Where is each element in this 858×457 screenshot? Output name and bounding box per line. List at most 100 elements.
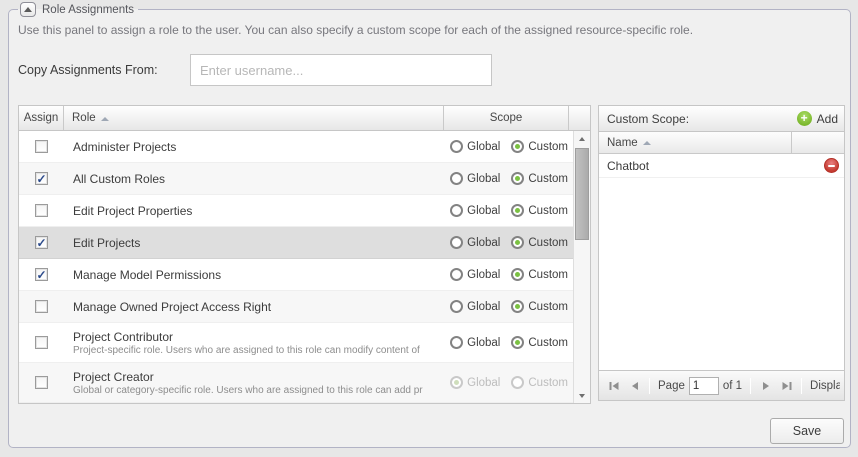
scroll-down-icon <box>579 394 585 398</box>
assign-cell <box>19 204 64 217</box>
next-page-button[interactable] <box>755 375 776 396</box>
global-radio-label: Global <box>467 301 500 313</box>
add-icon: + <box>797 111 812 126</box>
custom-radio[interactable] <box>511 172 524 185</box>
role-name: Project Creator <box>73 370 423 384</box>
add-scope-button[interactable]: + Add <box>797 111 838 126</box>
role-description: Project-specific role. Users who are ass… <box>73 345 423 356</box>
assign-checkbox[interactable] <box>35 204 48 217</box>
custom-radio[interactable] <box>511 300 524 313</box>
panel-title: Role Assignments <box>42 4 134 16</box>
roles-grid-header: Assign Role Scope <box>19 106 590 131</box>
scope-cell: GlobalCustom <box>423 376 573 389</box>
assign-checkbox[interactable] <box>35 140 48 153</box>
custom-scope-list: Chatbot <box>599 154 844 370</box>
role-assignments-panel: Role Assignments Use this panel to assig… <box>8 2 851 448</box>
global-radio[interactable] <box>450 172 463 185</box>
role-cell: Project ContributorProject-specific role… <box>64 330 423 356</box>
collapse-arrow-icon <box>24 7 32 12</box>
name-column-label: Name <box>607 137 638 149</box>
copy-username-input[interactable] <box>190 54 492 86</box>
scope-list-item[interactable]: Chatbot <box>599 154 844 178</box>
scroll-up-button[interactable] <box>574 131 590 146</box>
custom-radio[interactable] <box>511 268 524 281</box>
scope-cell: GlobalCustom <box>423 204 573 217</box>
assign-checkbox[interactable]: ✓ <box>35 236 48 249</box>
column-header-role[interactable]: Role <box>64 106 444 130</box>
last-page-button[interactable] <box>776 375 797 396</box>
role-cell: Manage Model Permissions <box>64 268 423 282</box>
custom-radio-label: Custom <box>528 337 568 349</box>
page-of-label: of 1 <box>723 380 742 392</box>
page-number-input[interactable] <box>689 377 719 395</box>
global-radio[interactable] <box>450 236 463 249</box>
assign-checkbox[interactable] <box>35 336 48 349</box>
scroll-up-icon <box>579 137 585 141</box>
role-name: Administer Projects <box>73 140 423 154</box>
role-row[interactable]: Project ContributorProject-specific role… <box>19 323 573 363</box>
role-name: Manage Model Permissions <box>73 268 423 282</box>
assign-checkbox[interactable]: ✓ <box>35 172 48 185</box>
pager-display-text: Displa <box>810 380 840 392</box>
role-cell: Edit Project Properties <box>64 204 423 218</box>
role-row[interactable]: Edit Project PropertiesGlobalCustom <box>19 195 573 227</box>
global-radio[interactable] <box>450 268 463 281</box>
global-radio[interactable] <box>450 376 463 389</box>
role-row[interactable]: ✓Manage Model PermissionsGlobalCustom <box>19 259 573 291</box>
save-button[interactable]: Save <box>770 418 844 444</box>
custom-radio-label: Custom <box>528 141 568 153</box>
content-row: Assign Role Scope Administer ProjectsGlo… <box>18 105 845 404</box>
scope-cell: GlobalCustom <box>423 172 573 185</box>
custom-radio[interactable] <box>511 236 524 249</box>
scrollbar-thumb[interactable] <box>575 148 589 240</box>
role-row[interactable]: Project CreatorGlobal or category-specif… <box>19 363 573 403</box>
remove-scope-icon[interactable] <box>824 158 839 173</box>
column-header-assign[interactable]: Assign <box>19 106 64 130</box>
custom-radio-label: Custom <box>528 173 568 185</box>
role-row[interactable]: ✓ Edit ProjectsGlobalCustom <box>19 227 573 259</box>
global-radio-label: Global <box>467 269 500 281</box>
role-cell: Project CreatorGlobal or category-specif… <box>64 370 423 396</box>
scroll-down-button[interactable] <box>574 388 590 403</box>
global-radio[interactable] <box>450 204 463 217</box>
collapse-panel-button[interactable] <box>20 2 36 17</box>
global-radio[interactable] <box>450 140 463 153</box>
first-page-icon <box>607 379 621 393</box>
scope-cell: GlobalCustom <box>423 140 573 153</box>
role-row[interactable]: Administer ProjectsGlobalCustom <box>19 131 573 163</box>
assign-cell: ✓ <box>19 268 64 281</box>
role-row[interactable]: ✓All Custom RolesGlobalCustom <box>19 163 573 195</box>
scope-item-name: Chatbot <box>607 159 649 173</box>
first-page-button[interactable] <box>603 375 624 396</box>
custom-radio[interactable] <box>511 204 524 217</box>
global-radio-label: Global <box>467 237 500 249</box>
copy-assignments-row: Copy Assignments From: <box>18 54 845 86</box>
roles-grid-scrollbar[interactable] <box>573 131 590 403</box>
custom-scope-header: Custom Scope: + Add <box>599 106 844 132</box>
assign-checkbox[interactable] <box>35 300 48 313</box>
assign-checkbox[interactable] <box>35 376 48 389</box>
custom-radio[interactable] <box>511 140 524 153</box>
scope-column-label: Scope <box>490 112 523 124</box>
panel-description: Use this panel to assign a role to the u… <box>18 23 845 37</box>
global-radio[interactable] <box>450 300 463 313</box>
prev-page-icon <box>628 379 642 393</box>
role-row[interactable]: Manage Owned Project Access RightGlobalC… <box>19 291 573 323</box>
scope-cell: GlobalCustom <box>423 236 573 249</box>
assign-cell: ✓ <box>19 172 64 185</box>
column-header-name[interactable]: Name <box>599 132 792 153</box>
page-label: Page <box>658 380 685 392</box>
roles-grid: Assign Role Scope Administer ProjectsGlo… <box>18 105 591 404</box>
prev-page-button[interactable] <box>624 375 645 396</box>
assign-checkbox[interactable]: ✓ <box>35 268 48 281</box>
role-name: Project Contributor <box>73 330 423 344</box>
custom-radio[interactable] <box>511 376 524 389</box>
panel-legend: Role Assignments <box>18 2 138 17</box>
roles-grid-body: Administer ProjectsGlobalCustom✓All Cust… <box>19 131 590 403</box>
custom-radio[interactable] <box>511 336 524 349</box>
custom-scope-title: Custom Scope: <box>607 112 689 126</box>
global-radio[interactable] <box>450 336 463 349</box>
role-cell: Edit Projects <box>64 236 423 250</box>
role-cell: Administer Projects <box>64 140 423 154</box>
column-header-scope[interactable]: Scope <box>444 106 569 130</box>
